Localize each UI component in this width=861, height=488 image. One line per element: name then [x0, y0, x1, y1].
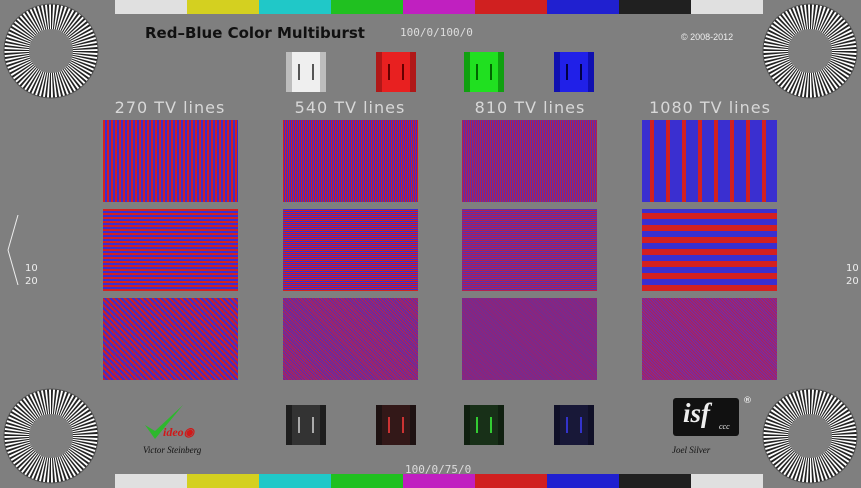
- burst-vertical-540: [283, 120, 418, 202]
- left-mark-20: 20: [25, 276, 38, 287]
- left-credit: Victor Steinberg: [143, 445, 202, 455]
- dark-green-swatch: [464, 405, 504, 445]
- bottom-color-bars: [115, 474, 763, 488]
- pattern-title: Red–Blue Color Multiburst: [145, 24, 365, 42]
- burst-diagonal-270: [103, 298, 238, 380]
- resolution-wedge-icon: [3, 388, 99, 484]
- copyright: © 2008-2012: [681, 32, 734, 42]
- test-pattern: Red–Blue Color Multiburst 100/0/100/0 © …: [0, 0, 861, 488]
- green-swatch: [464, 52, 504, 92]
- burst-diagonal-540: [283, 298, 418, 380]
- burst-horizontal-270: [103, 209, 238, 291]
- tv-lines-label-1080: 1080 TV lines: [649, 98, 771, 117]
- burst-diagonal-810: [462, 298, 597, 380]
- left-wedge-marker-icon: [7, 215, 19, 285]
- right-mark-20: 20: [846, 276, 859, 287]
- burst-horizontal-1080: [642, 209, 777, 291]
- dark-blue-swatch: [554, 405, 594, 445]
- red-swatch: [376, 52, 416, 92]
- resolution-wedge-icon: [3, 3, 99, 99]
- tv-lines-label-540: 540 TV lines: [294, 98, 406, 117]
- isf-logo: isf ccc: [673, 398, 739, 436]
- right-mark-10: 10: [846, 263, 859, 274]
- top-code: 100/0/100/0: [400, 26, 473, 39]
- burst-horizontal-540: [283, 209, 418, 291]
- resolution-wedge-icon: [762, 388, 858, 484]
- resolution-wedge-icon: [762, 3, 858, 99]
- right-credit: Joel Silver: [672, 445, 711, 455]
- bottom-code: 100/0/75/0: [405, 463, 472, 476]
- tv-lines-label-270: 270 TV lines: [114, 98, 226, 117]
- white-swatch: [286, 52, 326, 92]
- burst-horizontal-810: [462, 209, 597, 291]
- video-logo: ideo◉: [163, 425, 195, 439]
- dark-red-swatch: [376, 405, 416, 445]
- left-mark-10: 10: [25, 263, 38, 274]
- dark-gray-swatch: [286, 405, 326, 445]
- burst-vertical-1080: [642, 120, 777, 202]
- burst-diagonal-1080: [642, 298, 777, 380]
- tv-lines-label-810: 810 TV lines: [474, 98, 586, 117]
- burst-vertical-270: [103, 120, 238, 202]
- registered-mark: ®: [743, 396, 752, 406]
- blue-swatch: [554, 52, 594, 92]
- top-color-bars: [115, 0, 763, 14]
- burst-vertical-810: [462, 120, 597, 202]
